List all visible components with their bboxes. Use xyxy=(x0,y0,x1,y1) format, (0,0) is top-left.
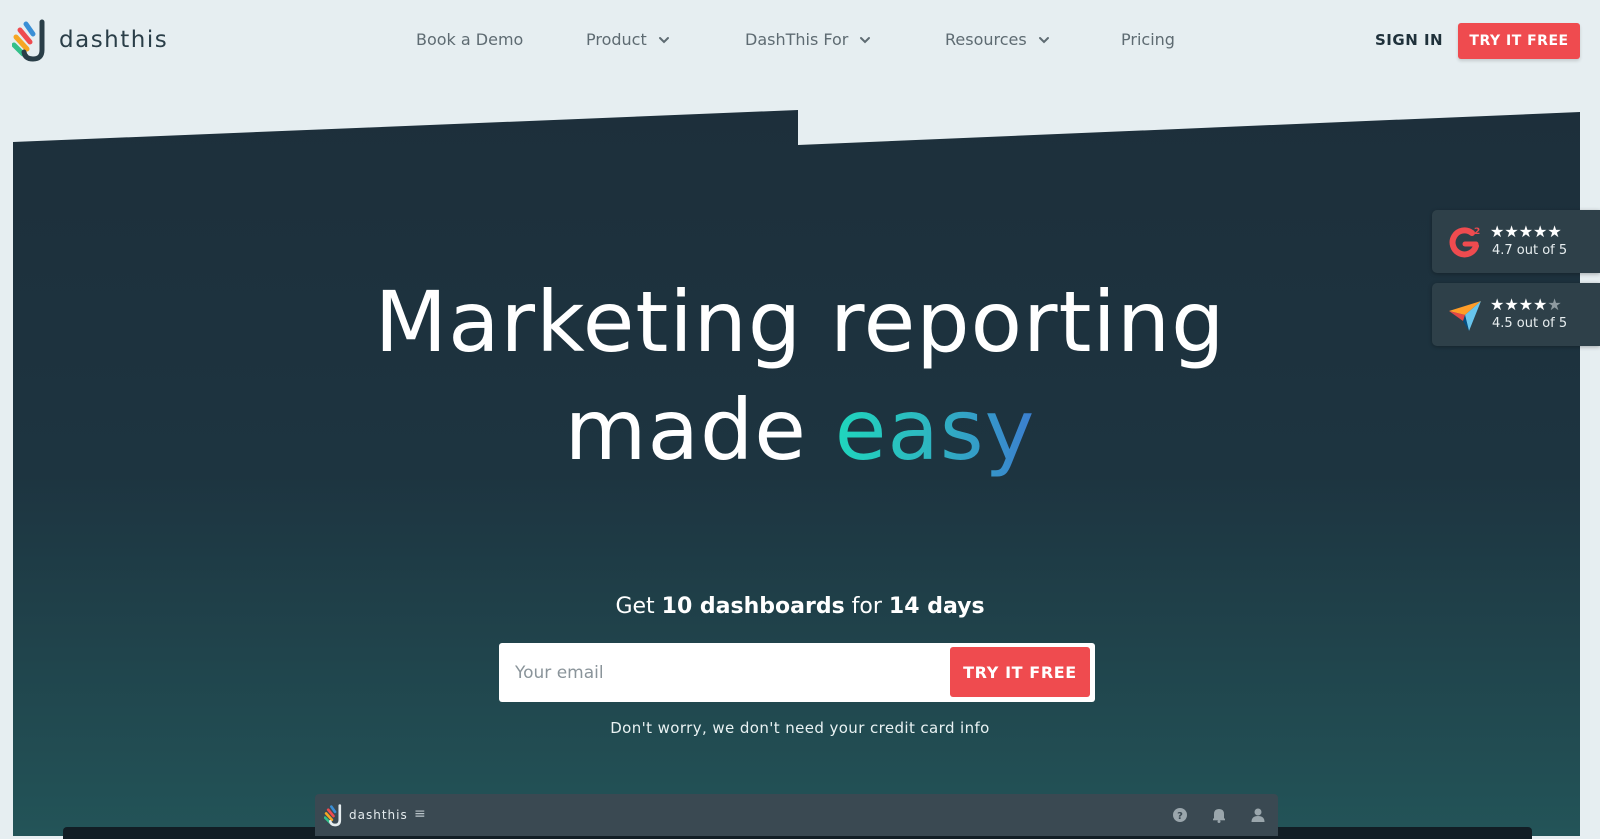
nav-item-label: Pricing xyxy=(1121,30,1175,49)
help-icon: ? xyxy=(1173,808,1187,822)
email-input[interactable] xyxy=(513,653,937,693)
sign-in-link[interactable]: SIGN IN xyxy=(1375,31,1443,49)
preview-logo: dashthis xyxy=(324,803,408,827)
star-rating: ★★★★★ xyxy=(1490,295,1562,314)
star-rating: ★★★★★ xyxy=(1490,222,1562,241)
svg-text:2: 2 xyxy=(1474,227,1480,237)
nav-item-label: DashThis For xyxy=(745,30,849,49)
headline-line-2-prefix: made xyxy=(564,381,835,479)
headline-highlight: easy xyxy=(834,381,1036,479)
offer-duration: 14 days xyxy=(888,594,985,619)
signup-form: TRY IT FREE xyxy=(499,643,1095,702)
g2-logo-icon: 2 xyxy=(1449,227,1480,258)
nav-item-product[interactable]: Product xyxy=(586,30,671,49)
g2-rating-badge[interactable]: 2 ★★★★★ 4.7 out of 5 xyxy=(1432,210,1600,273)
chevron-down-icon xyxy=(1038,36,1049,43)
preview-brand-name: dashthis xyxy=(349,808,408,822)
nav-item-book-a-demo[interactable]: Book a Demo xyxy=(416,30,523,49)
main-nav: Book a Demo Product DashThis For Resourc… xyxy=(0,0,1600,84)
nav-item-label: Book a Demo xyxy=(416,30,524,49)
nav-item-label: Product xyxy=(586,30,647,49)
bell-icon xyxy=(1213,809,1225,823)
hero-headline: Marketing reporting made easy xyxy=(0,268,1600,484)
headline-line-1: Marketing reporting xyxy=(374,273,1226,371)
rating-score: 4.7 out of 5 xyxy=(1492,243,1568,258)
hamburger-menu-icon: ≡ xyxy=(414,806,426,822)
svg-text:?: ? xyxy=(1177,811,1183,822)
half-star-icon: ★ xyxy=(1547,295,1562,314)
chevron-down-icon xyxy=(860,36,871,43)
credit-card-disclaimer: Don't worry, we don't need your credit c… xyxy=(610,719,990,737)
nav-item-label: Resources xyxy=(945,30,1027,49)
nav-item-resources[interactable]: Resources xyxy=(945,30,1051,49)
dashthis-logo-icon xyxy=(324,804,342,827)
offer-prefix: Get xyxy=(615,594,662,619)
user-icon xyxy=(1251,808,1265,822)
capterra-logo-icon xyxy=(1449,301,1481,331)
dashboard-preview-topbar: dashthis ≡ ? xyxy=(315,794,1278,836)
trial-offer-text: Get 10 dashboards for 14 days xyxy=(0,594,1600,619)
offer-middle: for xyxy=(844,594,889,619)
try-it-free-hero-button[interactable]: TRY IT FREE xyxy=(950,647,1090,697)
top-navigation-bar: dashthis Book a Demo Product DashThis Fo… xyxy=(0,0,1600,84)
rating-score: 4.5 out of 5 xyxy=(1492,316,1568,331)
offer-count: 10 dashboards xyxy=(661,594,845,619)
try-it-free-nav-button[interactable]: TRY IT FREE xyxy=(1458,23,1580,59)
capterra-rating-badge[interactable]: ★★★★★ 4.5 out of 5 xyxy=(1432,283,1600,346)
nav-item-dashthis-for[interactable]: DashThis For xyxy=(745,30,872,49)
nav-item-pricing[interactable]: Pricing xyxy=(1121,30,1175,49)
chevron-down-icon xyxy=(658,36,669,43)
